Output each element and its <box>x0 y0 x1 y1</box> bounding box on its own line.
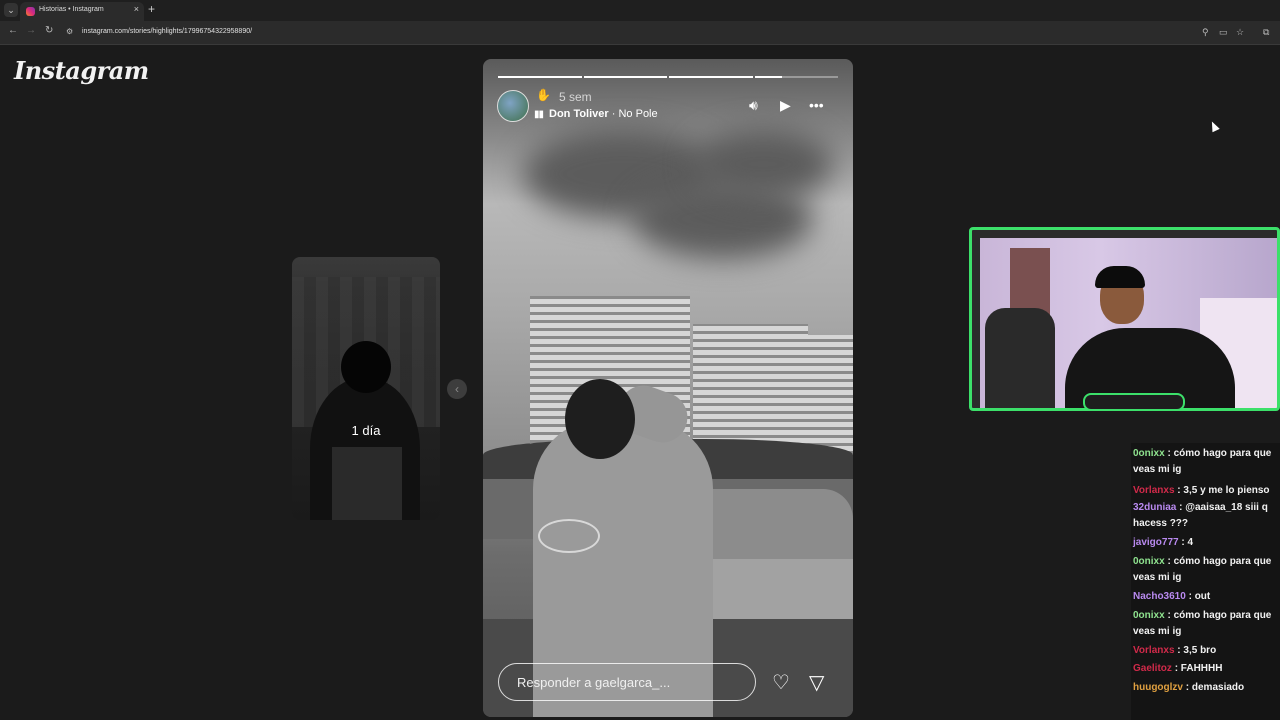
webcam-frame-tab <box>1083 393 1185 411</box>
reload-icon[interactable]: ↻ <box>45 25 53 36</box>
previous-story-preview[interactable]: 1 día <box>292 257 440 520</box>
chat-message: 32duniaa : @aaisaa_18 siii q hacess ??? <box>1133 500 1278 531</box>
site-info-icon[interactable]: ⚙ <box>66 27 73 36</box>
main-story[interactable]: ✋ 5 sem ▮▮ Don Toliver · No Pole 🔊︎ ▶ ••… <box>483 59 853 717</box>
address-bar[interactable]: ⚙ instagram.com/stories/highlights/17996… <box>60 24 1220 41</box>
chat-username[interactable]: 0onixx <box>1133 448 1165 459</box>
chat-username[interactable]: Nacho3610 <box>1133 591 1186 602</box>
url-text: instagram.com/stories/highlights/1799675… <box>82 28 253 35</box>
reply-input[interactable]: Responder a gaelgarca_... <box>498 663 756 701</box>
music-bars-icon: ▮▮ <box>534 109 544 120</box>
chat-message: Gaelitoz : FAHHHH <box>1133 661 1278 677</box>
browser-tab-bar: ⌄ Historias • Instagram × + <box>0 0 1280 21</box>
tab-search-dropdown-icon[interactable]: ⌄ <box>4 3 18 17</box>
chat-text: : demasiado <box>1185 682 1245 693</box>
webcam-cap <box>1095 266 1145 288</box>
tab-title: Historias • Instagram <box>39 6 104 13</box>
progress-segment <box>754 76 838 78</box>
chat-username[interactable]: 32duniaa <box>1133 502 1176 513</box>
story-music[interactable]: Don Toliver · No Pole <box>549 108 658 120</box>
bookmark-star-icon[interactable]: ☆ <box>1236 27 1244 38</box>
browser-toolbar: ← → ↻ ⚙ instagram.com/stories/highlights… <box>0 21 1280 45</box>
play-icon[interactable]: ▶ <box>780 97 791 114</box>
webcam-chair <box>985 308 1055 408</box>
like-heart-icon[interactable]: ♡ <box>772 670 790 695</box>
progress-segment <box>669 76 753 78</box>
sweater-logo <box>538 519 600 553</box>
chat-text: : out <box>1188 591 1211 602</box>
music-artist: Don Toliver <box>549 108 609 120</box>
mouse-cursor-icon <box>1208 119 1220 133</box>
new-tab-icon[interactable]: + <box>148 3 155 15</box>
cloud <box>693 129 833 199</box>
chat-username[interactable]: huugoglzv <box>1133 682 1183 693</box>
chat-text: : 3,5 y me lo pienso <box>1177 485 1270 496</box>
webcam-room <box>980 238 1277 408</box>
stream-chat: 0onixx : cómo hago para que veas mi ig Vo… <box>1131 443 1280 720</box>
preview-time-label: 1 día <box>351 423 381 438</box>
forward-icon[interactable]: → <box>26 25 36 36</box>
reply-placeholder: Responder a gaelgarca_... <box>517 675 671 690</box>
volume-icon[interactable]: 🔊︎ <box>749 97 758 114</box>
hand-emoji-icon: ✋ <box>536 88 551 102</box>
tab-close-icon[interactable]: × <box>134 4 139 14</box>
chat-message: 0onixx : cómo hago para que veas mi ig <box>1133 608 1278 639</box>
chat-message: 0onixx : cómo hago para que veas mi ig <box>1133 554 1278 585</box>
chat-text: : FAHHHH <box>1174 663 1223 674</box>
instagram-logo[interactable]: Instagram <box>14 56 149 85</box>
cast-icon[interactable]: ▭ <box>1219 27 1228 38</box>
music-song: No Pole <box>618 108 658 120</box>
previous-story-chevron-icon[interactable]: ‹ <box>447 379 467 399</box>
story-person-shirt <box>332 447 402 520</box>
story-person-head <box>565 379 635 459</box>
chat-username[interactable]: 0onixx <box>1133 610 1165 621</box>
more-options-icon[interactable]: ••• <box>809 97 824 113</box>
chat-username[interactable]: Vorlanxs <box>1133 645 1175 656</box>
browser-tab-active[interactable]: Historias • Instagram × <box>20 2 144 21</box>
chat-text: : 3,5 bro <box>1177 645 1217 656</box>
chat-message: Vorlanxs : 3,5 bro <box>1133 643 1278 659</box>
extensions-icon[interactable]: ⧉ <box>1263 27 1269 38</box>
chat-username[interactable]: Gaelitoz <box>1133 663 1172 674</box>
chat-message: huugoglzv : demasiado <box>1133 680 1278 696</box>
chat-message: Nacho3610 : out <box>1133 589 1278 605</box>
zoom-icon[interactable]: ⚲ <box>1202 27 1209 38</box>
share-send-icon[interactable]: ▽ <box>809 670 824 695</box>
back-icon[interactable]: ← <box>8 25 18 36</box>
preview-avatar-blob <box>341 341 391 393</box>
story-user-avatar[interactable] <box>497 90 529 122</box>
chat-username[interactable]: 0onixx <box>1133 556 1165 567</box>
chat-username[interactable]: Vorlanxs <box>1133 485 1175 496</box>
chat-message: 0onixx : cómo hago para que veas mi ig <box>1133 446 1278 477</box>
progress-segment <box>498 76 582 78</box>
story-progress-bar <box>498 76 838 78</box>
building <box>808 335 853 459</box>
progress-segment <box>583 76 667 78</box>
instagram-favicon-icon <box>26 7 35 16</box>
chat-message: javigo777 : 4 <box>1133 535 1278 551</box>
chat-text: : 4 <box>1181 537 1194 548</box>
story-time: 5 sem <box>559 90 592 104</box>
chat-message: Vorlanxs : 3,5 y me lo pienso <box>1133 483 1278 499</box>
chat-username[interactable]: javigo777 <box>1133 537 1179 548</box>
webcam-overlay <box>969 227 1280 411</box>
